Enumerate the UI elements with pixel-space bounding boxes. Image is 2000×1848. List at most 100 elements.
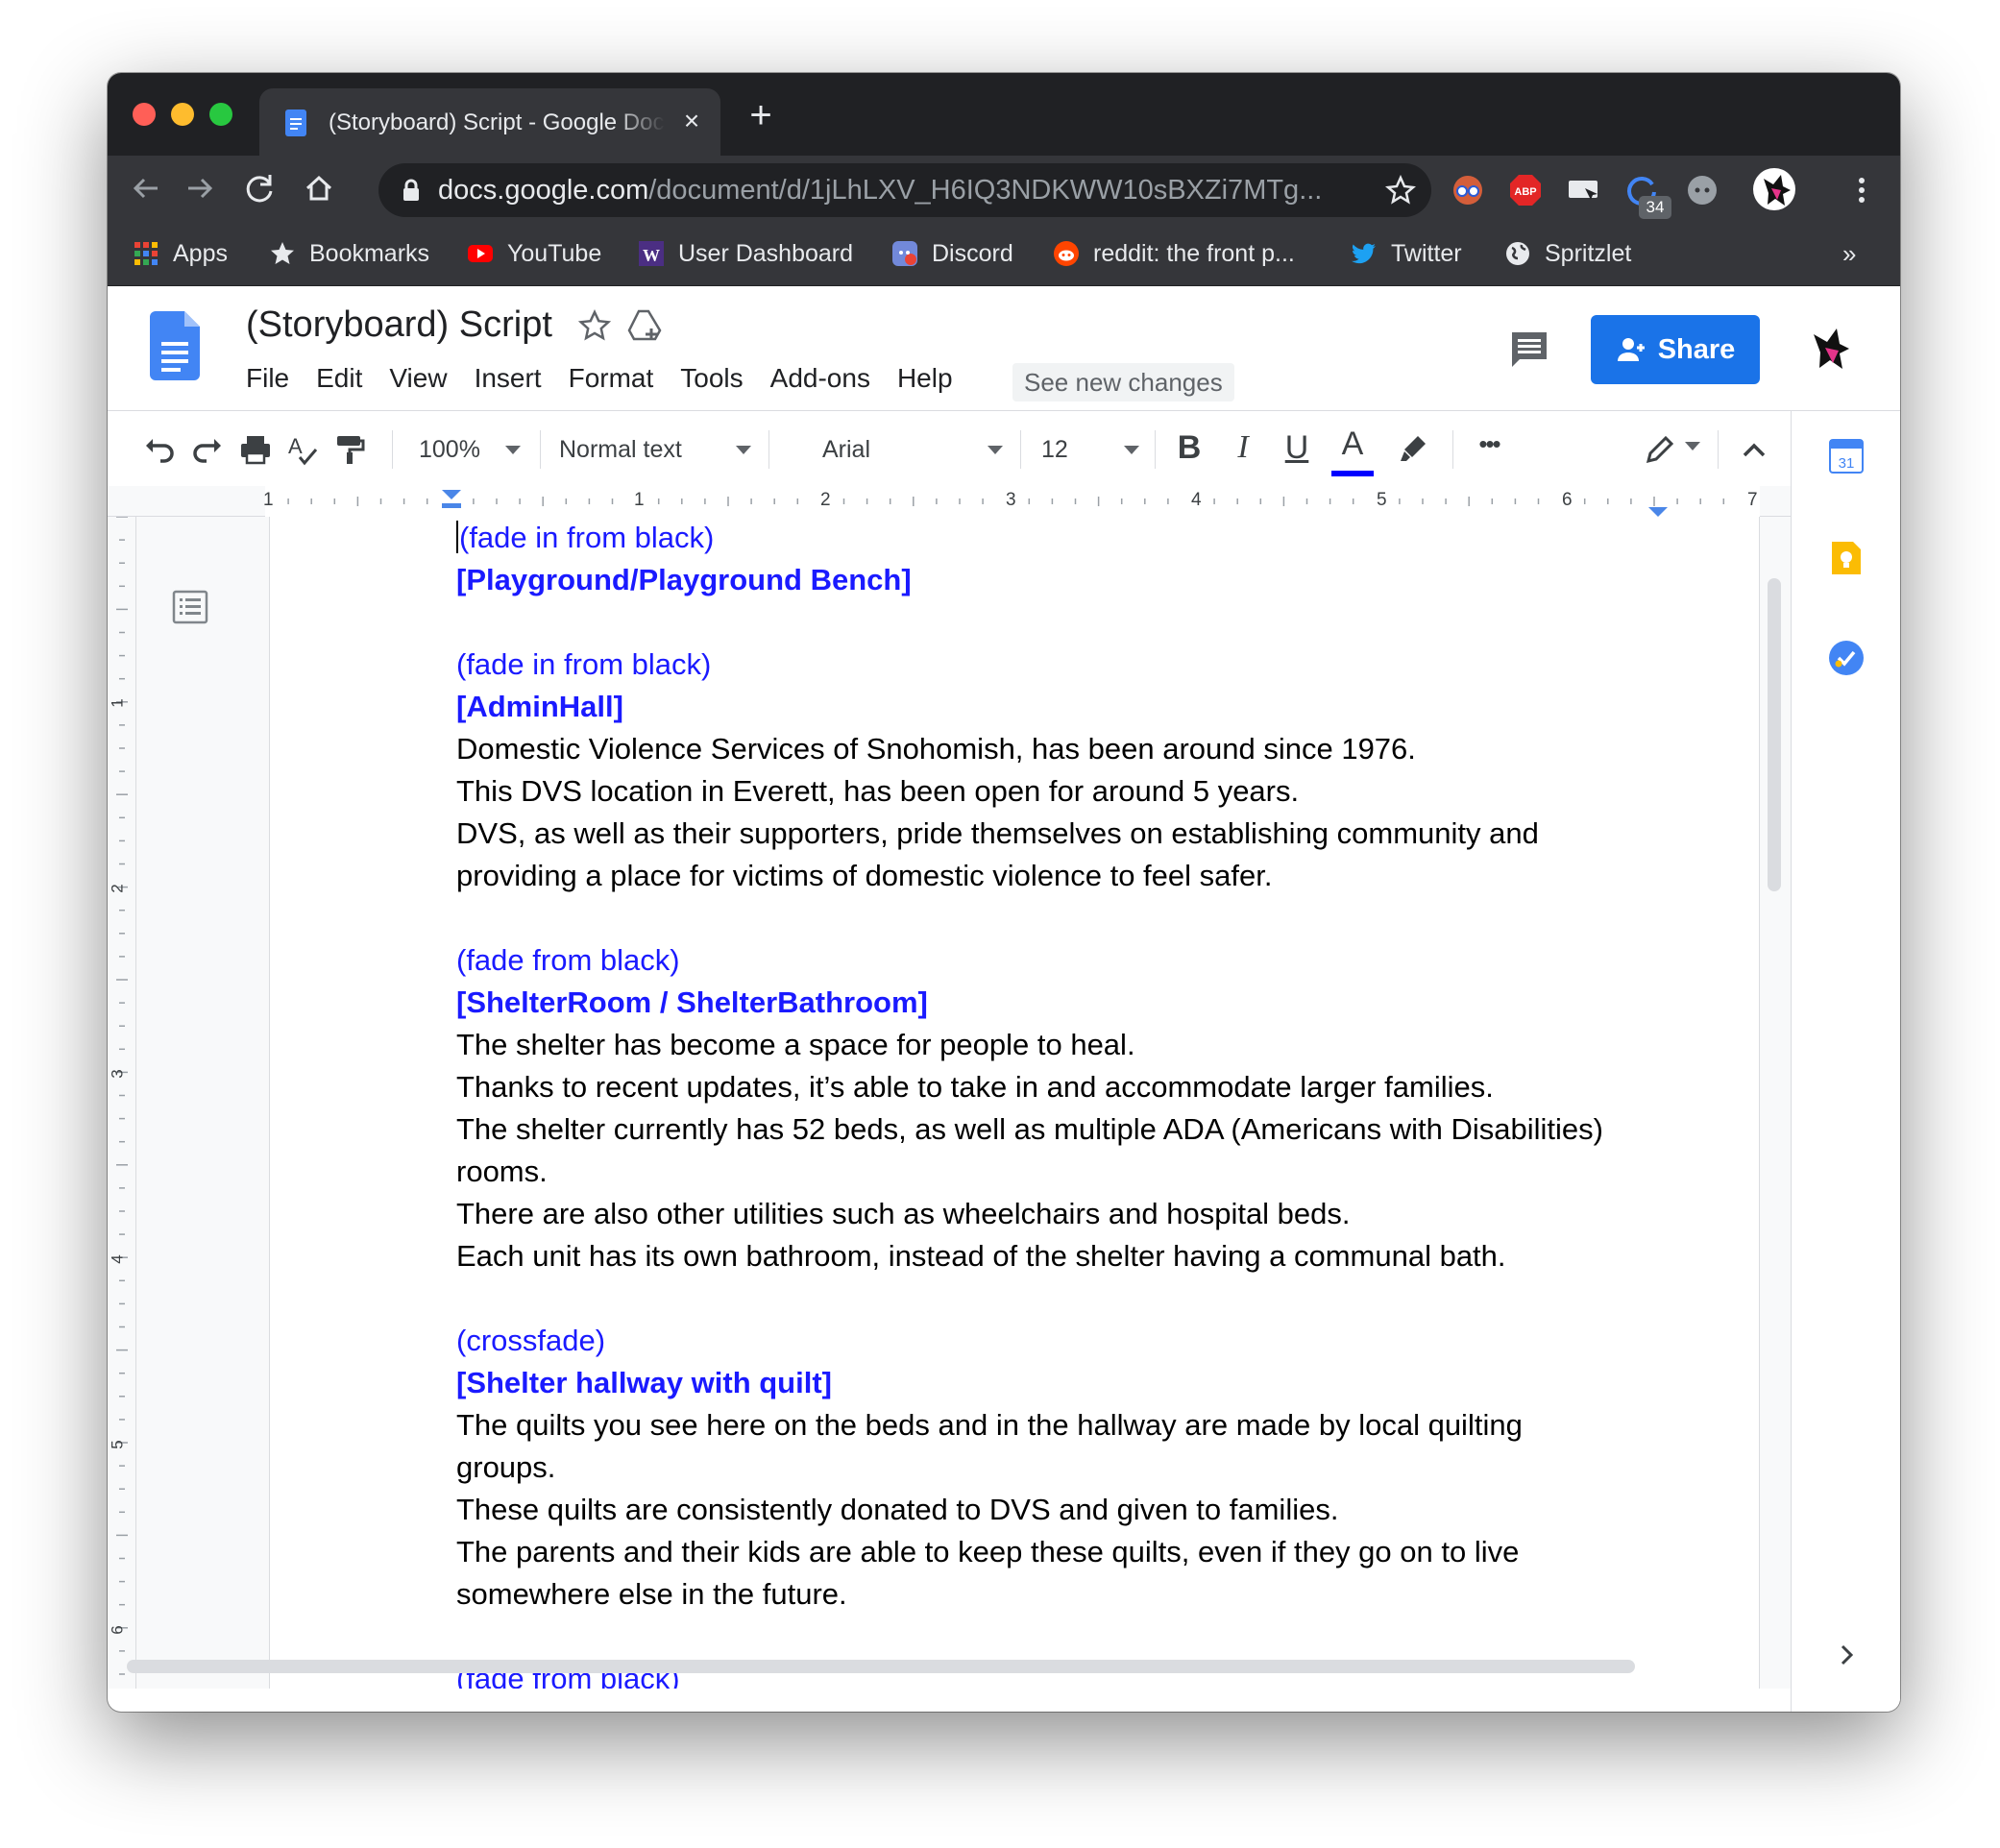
tab-close-icon[interactable]: × bbox=[676, 106, 707, 136]
keep-icon[interactable] bbox=[1826, 538, 1866, 578]
extension-pay-icon[interactable] bbox=[1566, 173, 1600, 207]
profile-avatar[interactable] bbox=[1752, 167, 1796, 211]
paint-format-icon[interactable] bbox=[332, 432, 367, 467]
bookmark-bookmarks[interactable]: Bookmarks bbox=[269, 236, 429, 271]
minimize-window-button[interactable] bbox=[171, 103, 194, 126]
bookmark-youtube[interactable]: YouTube bbox=[467, 236, 601, 271]
underline-button[interactable]: U bbox=[1278, 426, 1316, 469]
close-window-button[interactable] bbox=[133, 103, 156, 126]
bookmarks-overflow-button[interactable]: » bbox=[1842, 236, 1856, 271]
paragraph-scene-heading[interactable]: [Playground/Playground Bench] bbox=[456, 559, 1667, 601]
discord-extension-icon[interactable] bbox=[1685, 173, 1720, 207]
document-outline-icon[interactable] bbox=[171, 588, 209, 626]
paragraph-transition[interactable]: (fade from black) bbox=[456, 939, 1667, 982]
paragraph-body[interactable]: providing a place for victims of domesti… bbox=[456, 855, 1667, 897]
document-body[interactable]: (fade in from black) [Playground/Playgro… bbox=[456, 517, 1667, 1689]
forward-icon[interactable] bbox=[181, 169, 219, 207]
paragraph-body[interactable]: These quilts are consistently donated to… bbox=[456, 1489, 1667, 1531]
paragraph-body[interactable]: DVS, as well as their supporters, pride … bbox=[456, 813, 1667, 855]
browser-menu-icon[interactable] bbox=[1844, 173, 1879, 207]
bookmark-twitter[interactable]: Twitter bbox=[1351, 236, 1462, 271]
horizontal-scrollbar[interactable] bbox=[127, 1660, 1635, 1673]
paragraph-empty[interactable] bbox=[456, 1277, 1667, 1320]
back-icon[interactable] bbox=[127, 169, 165, 207]
font-size-select[interactable]: 12 bbox=[1041, 428, 1139, 471]
chevron-right-icon[interactable] bbox=[1832, 1641, 1861, 1669]
italic-button[interactable]: I bbox=[1224, 426, 1262, 469]
docs-home-icon[interactable] bbox=[150, 311, 200, 380]
vertical-scrollbar[interactable] bbox=[1768, 578, 1781, 891]
highlight-color-icon[interactable] bbox=[1395, 432, 1429, 467]
move-to-drive-icon[interactable] bbox=[626, 307, 663, 344]
bookmark-spritzlet[interactable]: Spritzlet bbox=[1504, 236, 1631, 271]
vertical-ruler[interactable]: 1 2 3 4 5 6 bbox=[108, 517, 136, 1689]
paragraph-body[interactable]: groups. bbox=[456, 1447, 1667, 1489]
star-document-icon[interactable] bbox=[578, 309, 611, 342]
paragraph-body[interactable]: The shelter currently has 52 beds, as we… bbox=[456, 1108, 1667, 1151]
horizontal-ruler[interactable]: 1 1 2 3 4 5 6 7 bbox=[108, 486, 1791, 517]
paragraph-body[interactable]: There are also other utilities such as w… bbox=[456, 1193, 1667, 1235]
paragraph-scene-heading[interactable]: [Shelter hallway with quilt] bbox=[456, 1362, 1667, 1404]
bookmark-discord[interactable]: Discord bbox=[891, 236, 1013, 271]
redo-icon[interactable] bbox=[190, 432, 225, 467]
paragraph-body[interactable]: rooms. bbox=[456, 1151, 1667, 1193]
address-bar[interactable]: docs.google.com/document/d/1jLhLXV_H6IQ3… bbox=[378, 163, 1431, 217]
text-color-button[interactable]: A bbox=[1333, 423, 1372, 465]
zoom-select[interactable]: 100% bbox=[419, 428, 521, 471]
font-select[interactable]: Arial bbox=[822, 428, 1003, 471]
menu-addons[interactable]: Add-ons bbox=[757, 359, 884, 398]
paragraph-transition[interactable]: (crossfade) bbox=[456, 1320, 1667, 1362]
undo-icon[interactable] bbox=[142, 432, 177, 467]
account-avatar[interactable] bbox=[1800, 321, 1858, 378]
home-icon[interactable] bbox=[300, 169, 338, 207]
paragraph-empty[interactable] bbox=[456, 1616, 1667, 1658]
spellcheck-icon[interactable]: A bbox=[286, 432, 321, 467]
document-title[interactable]: (Storyboard) Script bbox=[246, 302, 552, 348]
editing-mode-dropdown[interactable] bbox=[1683, 440, 1700, 451]
bookmark-reddit[interactable]: reddit: the front p... bbox=[1053, 236, 1295, 271]
paragraph-body[interactable]: Each unit has its own bathroom, instead … bbox=[456, 1235, 1667, 1277]
reload-icon[interactable] bbox=[240, 169, 279, 207]
bold-button[interactable]: B bbox=[1170, 426, 1208, 469]
see-new-changes-button[interactable]: See new changes bbox=[1012, 363, 1234, 401]
paragraph-style-select[interactable]: Normal text bbox=[559, 428, 751, 471]
menu-tools[interactable]: Tools bbox=[667, 359, 756, 398]
bookmark-user-dashboard[interactable]: W User Dashboard bbox=[638, 236, 853, 271]
paragraph-scene-heading[interactable]: [AdminHall] bbox=[456, 686, 1667, 728]
tasks-icon[interactable] bbox=[1826, 638, 1866, 678]
paragraph-body[interactable]: The parents and their kids are able to k… bbox=[456, 1531, 1667, 1573]
collapse-menus-icon[interactable] bbox=[1737, 432, 1771, 467]
comment-history-icon[interactable] bbox=[1506, 327, 1552, 373]
zoom-window-button[interactable] bbox=[209, 103, 232, 126]
paragraph-transition[interactable]: (fade in from black) bbox=[456, 644, 1667, 686]
paragraph-empty[interactable] bbox=[456, 601, 1667, 644]
document-page[interactable]: (fade in from black) [Playground/Playgro… bbox=[269, 517, 1760, 1689]
paragraph-scene-heading[interactable]: [ShelterRoom / ShelterBathroom] bbox=[456, 982, 1667, 1024]
paragraph-body[interactable]: This DVS location in Everett, has been o… bbox=[456, 770, 1667, 813]
bookmark-apps[interactable]: Apps bbox=[133, 236, 228, 271]
calendar-icon[interactable]: 31 bbox=[1826, 436, 1866, 476]
extension-glasses-icon[interactable] bbox=[1451, 173, 1485, 207]
more-tools-button[interactable]: ••• bbox=[1470, 423, 1508, 465]
browser-tab[interactable]: (Storyboard) Script - Google Docs × bbox=[259, 88, 720, 156]
menu-insert[interactable]: Insert bbox=[461, 359, 555, 398]
print-icon[interactable] bbox=[238, 432, 273, 467]
paragraph-body[interactable]: The shelter has become a space for peopl… bbox=[456, 1024, 1667, 1066]
paragraph-body[interactable]: Thanks to recent updates, it’s able to t… bbox=[456, 1066, 1667, 1108]
menu-view[interactable]: View bbox=[376, 359, 460, 398]
paragraph-body[interactable]: somewhere else in the future. bbox=[456, 1573, 1667, 1616]
bookmark-star-icon[interactable] bbox=[1385, 175, 1416, 206]
editing-mode-pencil-icon[interactable] bbox=[1643, 432, 1677, 467]
paragraph-body[interactable]: Domestic Violence Services of Snohomish,… bbox=[456, 728, 1667, 770]
new-tab-button[interactable]: + bbox=[742, 96, 780, 134]
adblock-plus-icon[interactable]: ABP bbox=[1508, 173, 1543, 207]
menu-edit[interactable]: Edit bbox=[303, 359, 376, 398]
menu-help[interactable]: Help bbox=[884, 359, 966, 398]
bookmarks-bar: Apps Bookmarks YouTube W User Dashboard … bbox=[108, 221, 1900, 286]
share-button[interactable]: Share bbox=[1591, 315, 1760, 384]
menu-file[interactable]: File bbox=[246, 359, 303, 398]
menu-format[interactable]: Format bbox=[555, 359, 668, 398]
paragraph-transition[interactable]: (fade in from black) bbox=[456, 517, 1667, 559]
paragraph-body[interactable]: The quilts you see here on the beds and … bbox=[456, 1404, 1667, 1447]
paragraph-empty[interactable] bbox=[456, 897, 1667, 939]
